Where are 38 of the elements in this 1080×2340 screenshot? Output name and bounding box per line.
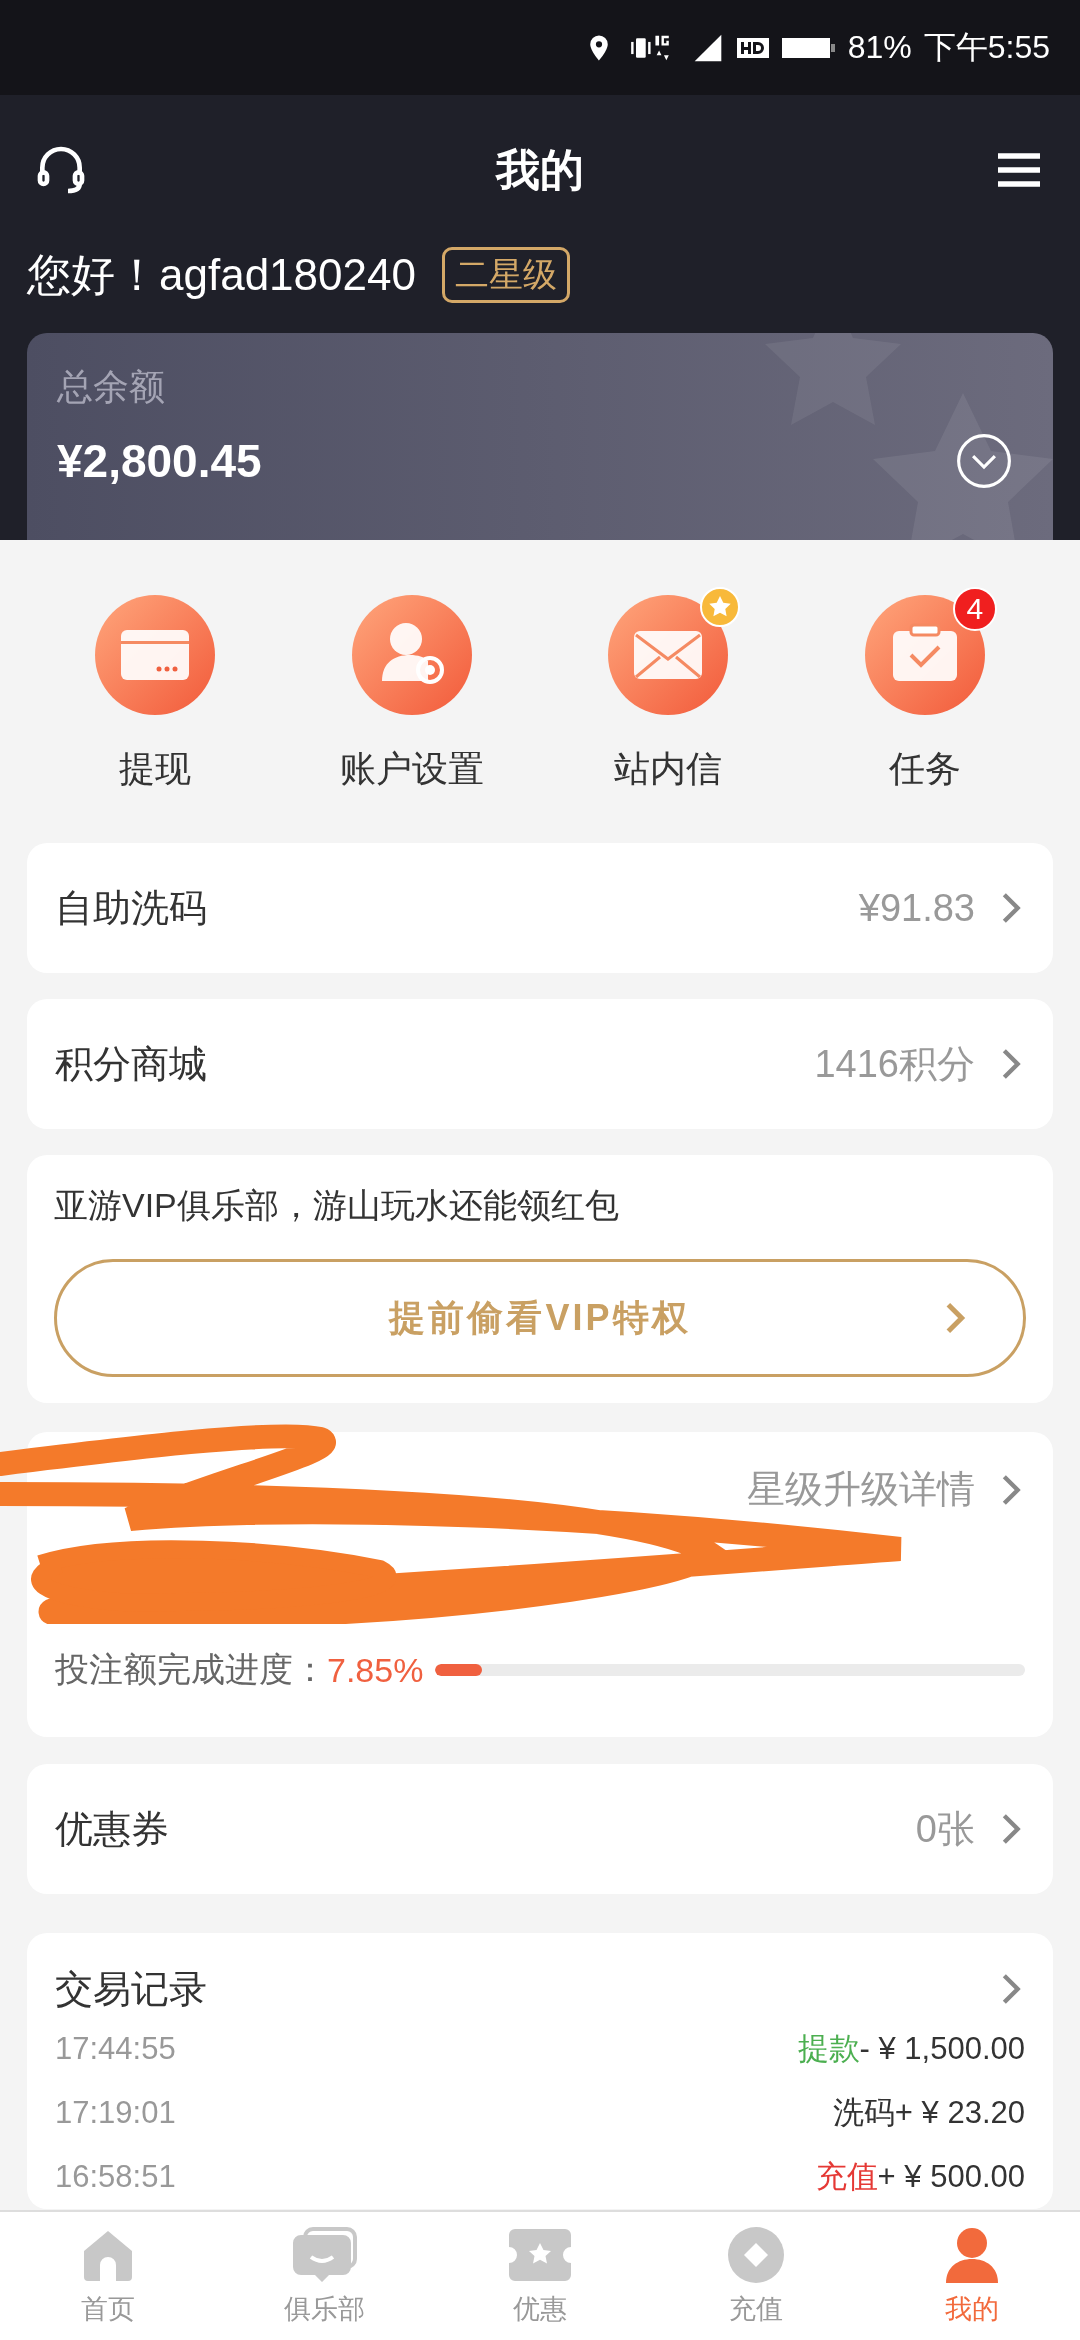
coin-icon <box>726 2225 786 2285</box>
greeting-text: 您好！agfad180240 <box>27 248 416 301</box>
expand-icon[interactable] <box>955 432 1013 490</box>
shortcut-button[interactable]: 提现 <box>35 583 276 843</box>
row-label: 自助洗码 <box>55 885 208 931</box>
shortcut-button[interactable]: 4 任务 <box>804 583 1045 843</box>
page-title: 我的 <box>496 143 584 196</box>
row-label: 优惠券 <box>55 1806 170 1852</box>
shortcut-button[interactable]: 账户设置 <box>291 583 532 843</box>
progress-value: 7.85% <box>327 1650 424 1690</box>
menu-row[interactable]: 自助洗码 ¥91.83 <box>27 843 1053 973</box>
balance-amount: ¥2,800.45 <box>57 434 262 488</box>
transaction-amount: 充值+ ¥ 500.00 <box>815 2158 1025 2196</box>
transaction-time: 17:19:01 <box>55 2095 176 2131</box>
level-badge: 二星级 <box>441 247 570 303</box>
mail-icon <box>608 595 729 715</box>
vip-promo-text: 亚游VIP俱乐部，游山玩水还能领红包 <box>54 1185 620 1226</box>
row-value: ¥91.83 <box>858 886 975 930</box>
balance-label: 总余额 <box>57 365 166 409</box>
row-label: 积分商城 <box>55 1041 208 1087</box>
user-settings-icon <box>351 595 472 715</box>
star-badge-icon <box>700 587 741 627</box>
clipboard-check-icon <box>864 595 985 715</box>
transaction-amount: 洗码+ ¥ 23.20 <box>832 2094 1025 2132</box>
shortcut-button[interactable]: 站内信 <box>548 583 789 843</box>
clock: 下午5:55 <box>923 27 1050 67</box>
row-value: 1416积分 <box>814 1041 975 1087</box>
count-badge: 4 <box>952 587 997 631</box>
transaction-time: 16:58:51 <box>55 2159 176 2195</box>
row-value: 0张 <box>915 1806 975 1852</box>
battery-percent: 81% <box>847 29 912 66</box>
transactions-title: 交易记录 <box>55 1966 208 2012</box>
coupon-row[interactable]: 优惠券 0张 <box>27 1764 1053 1894</box>
transaction-time: 17:44:55 <box>55 2031 176 2067</box>
menu-row[interactable]: 积分商城 1416积分 <box>27 999 1053 1129</box>
transaction-amount: 提款- ¥ 1,500.00 <box>797 2030 1025 2068</box>
card-icon <box>95 595 216 715</box>
progress-label: 投注额完成进度： <box>55 1649 327 1690</box>
